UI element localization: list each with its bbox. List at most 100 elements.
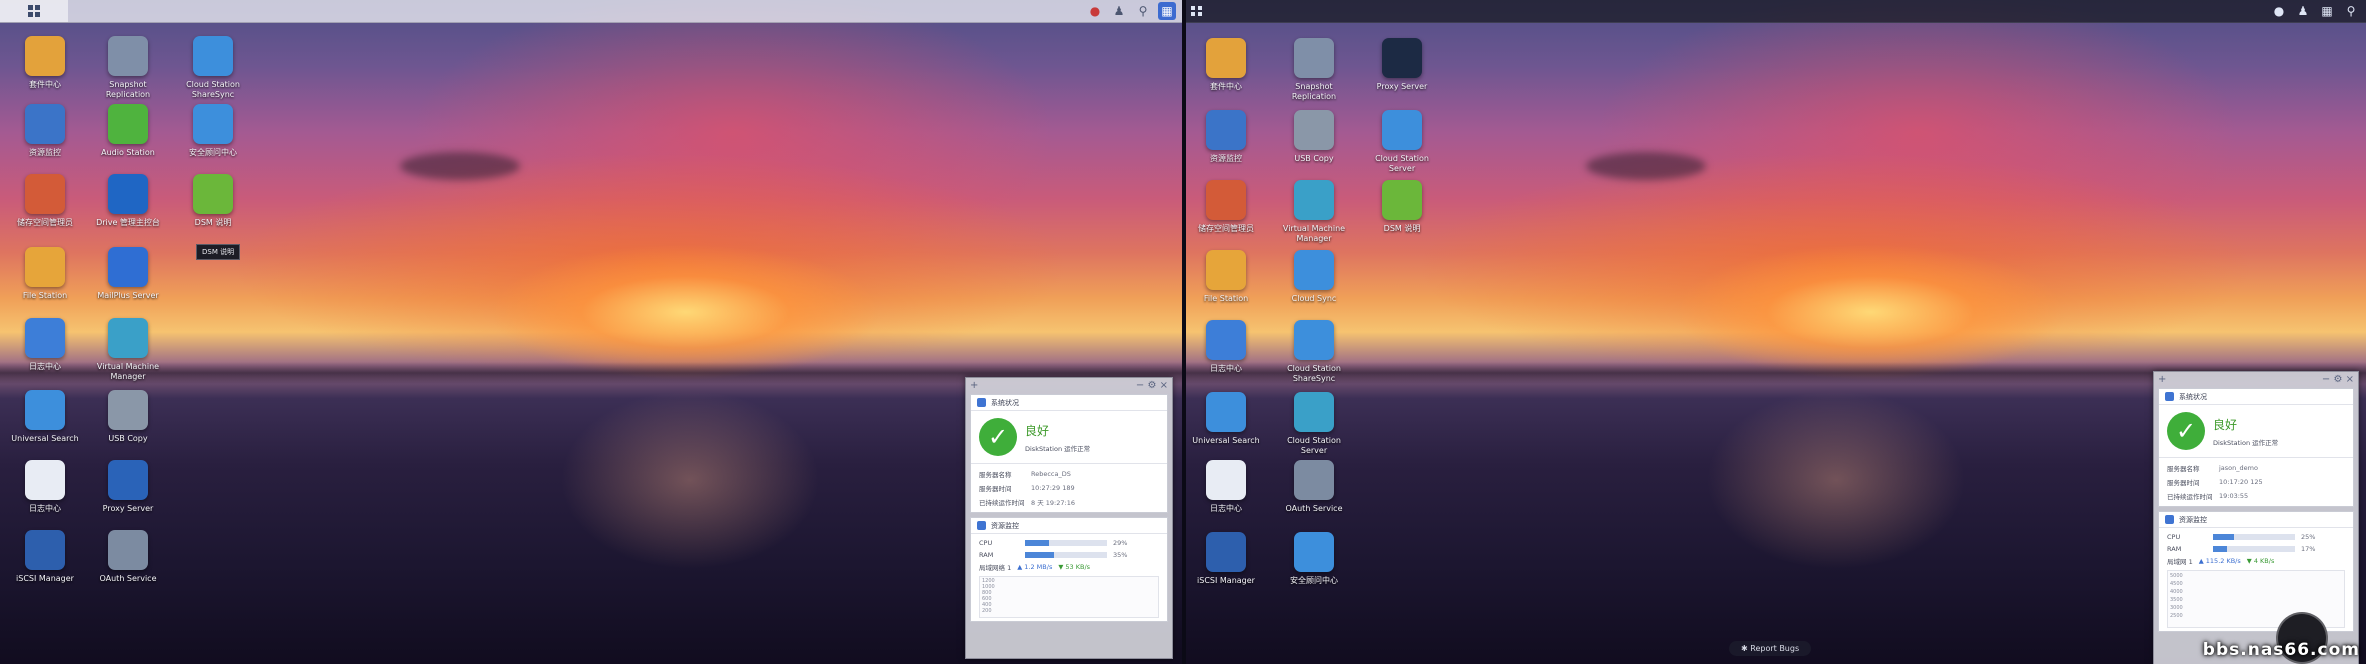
network-label[interactable]: 局域网 1 (2167, 556, 2193, 566)
desktop-shortcut-label: OAuth Service (99, 574, 157, 583)
server-name-row: 服务器名称 jason_demo (2167, 464, 2258, 473)
desktop-shortcut-storage-manager[interactable]: 储存空间管理员 (5, 174, 85, 228)
desktop-shortcut-dsm-help[interactable]: DSM 说明 (173, 174, 253, 228)
chart-tick: 3500 (2170, 597, 2183, 603)
desktop-shortcut-oauth-service[interactable]: OAuth Service (88, 530, 168, 584)
desktop-shortcut-resource-monitor[interactable]: 资源监控 (5, 104, 85, 158)
desktop-shortcut-audio-station[interactable]: Audio Station (88, 104, 168, 158)
desktop-shortcut-cloud-station-sharesync[interactable]: Cloud Station ShareSync (173, 36, 253, 100)
desktop-shortcut-label: Snapshot Replication (105, 80, 151, 99)
search-icon[interactable]: ⚲ (1134, 2, 1152, 20)
uptime-row: 已持续运作时间 19:03:55 (2167, 492, 2249, 501)
ram-row: RAM 35% (979, 551, 1128, 559)
checkmark-icon: ✓ (2167, 412, 2205, 450)
widgets-icon[interactable]: ▦ (1158, 2, 1176, 20)
mailplus-server-icon (108, 247, 148, 287)
desktop-shortcut-snapshot-replication[interactable]: Snapshot Replication (1274, 38, 1354, 102)
desktop-shortcut-iscsi-manager[interactable]: iSCSI Manager (5, 530, 85, 584)
desktop-shortcut-label: 套件中心 (29, 80, 61, 89)
cpu-bar-fill (2213, 534, 2234, 540)
health-status: ✓ 良好 DiskStation 运作正常 (2159, 405, 2353, 458)
search-icon[interactable]: ⚲ (2342, 2, 2360, 20)
widget-toolbar: + − ⚙ × (966, 378, 1172, 392)
health-detail-text: DiskStation 运作正常 (1025, 444, 1091, 453)
health-status: ✓ 良好 DiskStation 运作正常 (971, 411, 1167, 464)
uptime-row: 已持续运作时间 8 天 19:27:16 (979, 499, 1075, 507)
desktop-shortcut-file-station[interactable]: File Station (1186, 250, 1266, 304)
user-icon[interactable]: ♟ (2294, 2, 2312, 20)
universal-search-icon (25, 390, 65, 430)
security-advisor-icon (193, 104, 233, 144)
proxy-server-icon (1382, 38, 1422, 78)
desktop-shortcut-label: Proxy Server (1376, 82, 1428, 91)
taskbar: ● ♟ ▦ ⚲ (1186, 0, 2366, 23)
desktop-shortcut-cloud-sync[interactable]: Cloud Sync (1274, 250, 1354, 304)
desktop-shortcut-usb-copy[interactable]: USB Copy (1274, 110, 1354, 164)
desktop-shortcut-dsm-help[interactable]: DSM 说明 (1362, 180, 1442, 234)
system-health-widget: 系统状况 ✓ 良好 DiskStation 运作正常 服务器名称 Rebecca_… (970, 394, 1168, 513)
cpu-row: CPU 29% (979, 539, 1128, 547)
desktop-shortcut-proxy-server[interactable]: Proxy Server (1362, 38, 1442, 92)
desktop-shortcut-log-center-2[interactable]: 日志中心 (1186, 460, 1266, 514)
water-reflection (560, 390, 820, 570)
resource-monitor-icon (2165, 515, 2174, 524)
main-menu-button[interactable] (0, 0, 68, 22)
desktop-shortcut-drive-admin-console[interactable]: Drive 管理主控台 (88, 174, 168, 228)
cloud-station-server-icon (1382, 110, 1422, 150)
desktop-shortcut-log-center-2[interactable]: 日志中心 (5, 460, 85, 514)
desktop-shortcut-security-advisor[interactable]: 安全顾问中心 (173, 104, 253, 158)
desktop-right: ● ♟ ▦ ⚲ 套件中心 Snapshot Replication Proxy Se… (1186, 0, 2366, 664)
ram-percent: 35% (1113, 551, 1128, 559)
desktop-shortcut-package-center[interactable]: 套件中心 (5, 36, 85, 90)
desktop-shortcut-proxy-server[interactable]: Proxy Server (88, 460, 168, 514)
package-center-icon (1206, 38, 1246, 78)
upload-speed: ▲ 1.2 MB/s (1017, 563, 1053, 571)
desktop-shortcut-virtual-machine-manager[interactable]: Virtual Machine Manager (88, 318, 168, 382)
widgets-icon[interactable]: ▦ (2318, 2, 2336, 20)
desktop-shortcut-package-center[interactable]: 套件中心 (1186, 38, 1266, 92)
desktop-shortcut-security-advisor[interactable]: 安全顾问中心 (1274, 532, 1354, 586)
report-bugs-button[interactable]: ✱ Report Bugs (1729, 641, 1812, 656)
widget-controls-icon[interactable]: − ⚙ × (1136, 380, 1168, 391)
desktop-shortcut-label: Drive 管理主控台 (96, 218, 160, 227)
desktop-shortcut-snapshot-replication[interactable]: Snapshot Replication (88, 36, 168, 100)
main-menu-button[interactable] (1186, 0, 1208, 22)
desktop-shortcut-label: Audio Station (101, 148, 155, 157)
desktop-shortcut-cloud-station-server-2[interactable]: Cloud Station Server (1274, 392, 1354, 456)
desktop-shortcut-label: DSM 说明 (1383, 224, 1421, 233)
desktop-shortcut-label: 储存空间管理员 (17, 218, 73, 227)
desktop-shortcut-universal-search[interactable]: Universal Search (5, 390, 85, 444)
desktop-shortcut-universal-search[interactable]: Universal Search (1186, 392, 1266, 446)
watermark: bbs.nas66.com (2202, 640, 2360, 660)
desktop-shortcut-label: Virtual Machine Manager (96, 362, 160, 381)
desktop-shortcut-label: iSCSI Manager (16, 574, 74, 583)
health-status-text: 良好 (1025, 423, 1050, 438)
iscsi-manager-icon (25, 530, 65, 570)
network-label[interactable]: 局域网络 1 (979, 562, 1011, 572)
notification-icon[interactable]: ● (2270, 2, 2288, 20)
desktop-shortcut-cloud-station-server[interactable]: Cloud Station Server (1362, 110, 1442, 174)
desktop-shortcut-iscsi-manager[interactable]: iSCSI Manager (1186, 532, 1266, 586)
desktop-shortcut-oauth-service[interactable]: OAuth Service (1274, 460, 1354, 514)
ram-row: RAM 17% (2167, 545, 2316, 553)
desktop-shortcut-log-center[interactable]: 日志中心 (1186, 320, 1266, 374)
desktop-shortcut-usb-copy[interactable]: USB Copy (88, 390, 168, 444)
desktop-shortcut-file-station[interactable]: File Station (5, 247, 85, 301)
desktop-shortcut-mailplus-server[interactable]: MailPlus Server (88, 247, 168, 301)
desktop-shortcut-resource-monitor[interactable]: 资源监控 (1186, 110, 1266, 164)
file-station-icon (25, 247, 65, 287)
desktop-shortcut-label: 资源监控 (1210, 154, 1242, 163)
desktop-shortcut-label: Snapshot Replication (1291, 82, 1337, 101)
server-time-row: 服务器时间 10:27:29 189 (979, 484, 1075, 493)
water-reflection (1706, 390, 1966, 570)
user-icon[interactable]: ♟ (1110, 2, 1128, 20)
add-widget-icon[interactable]: + (2158, 374, 2166, 385)
widget-controls-icon[interactable]: − ⚙ × (2322, 374, 2354, 385)
desktop-shortcut-cloud-station-sharesync[interactable]: Cloud Station ShareSync (1274, 320, 1354, 384)
add-widget-icon[interactable]: + (970, 380, 978, 391)
desktop-shortcut-virtual-machine-manager[interactable]: Virtual Machine Manager (1274, 180, 1354, 244)
desktop-shortcut-storage-manager[interactable]: 储存空间管理员 (1186, 180, 1266, 234)
notification-icon[interactable]: ● (1086, 2, 1104, 20)
desktop-shortcut-log-center[interactable]: 日志中心 (5, 318, 85, 372)
ram-bar (1025, 552, 1107, 558)
